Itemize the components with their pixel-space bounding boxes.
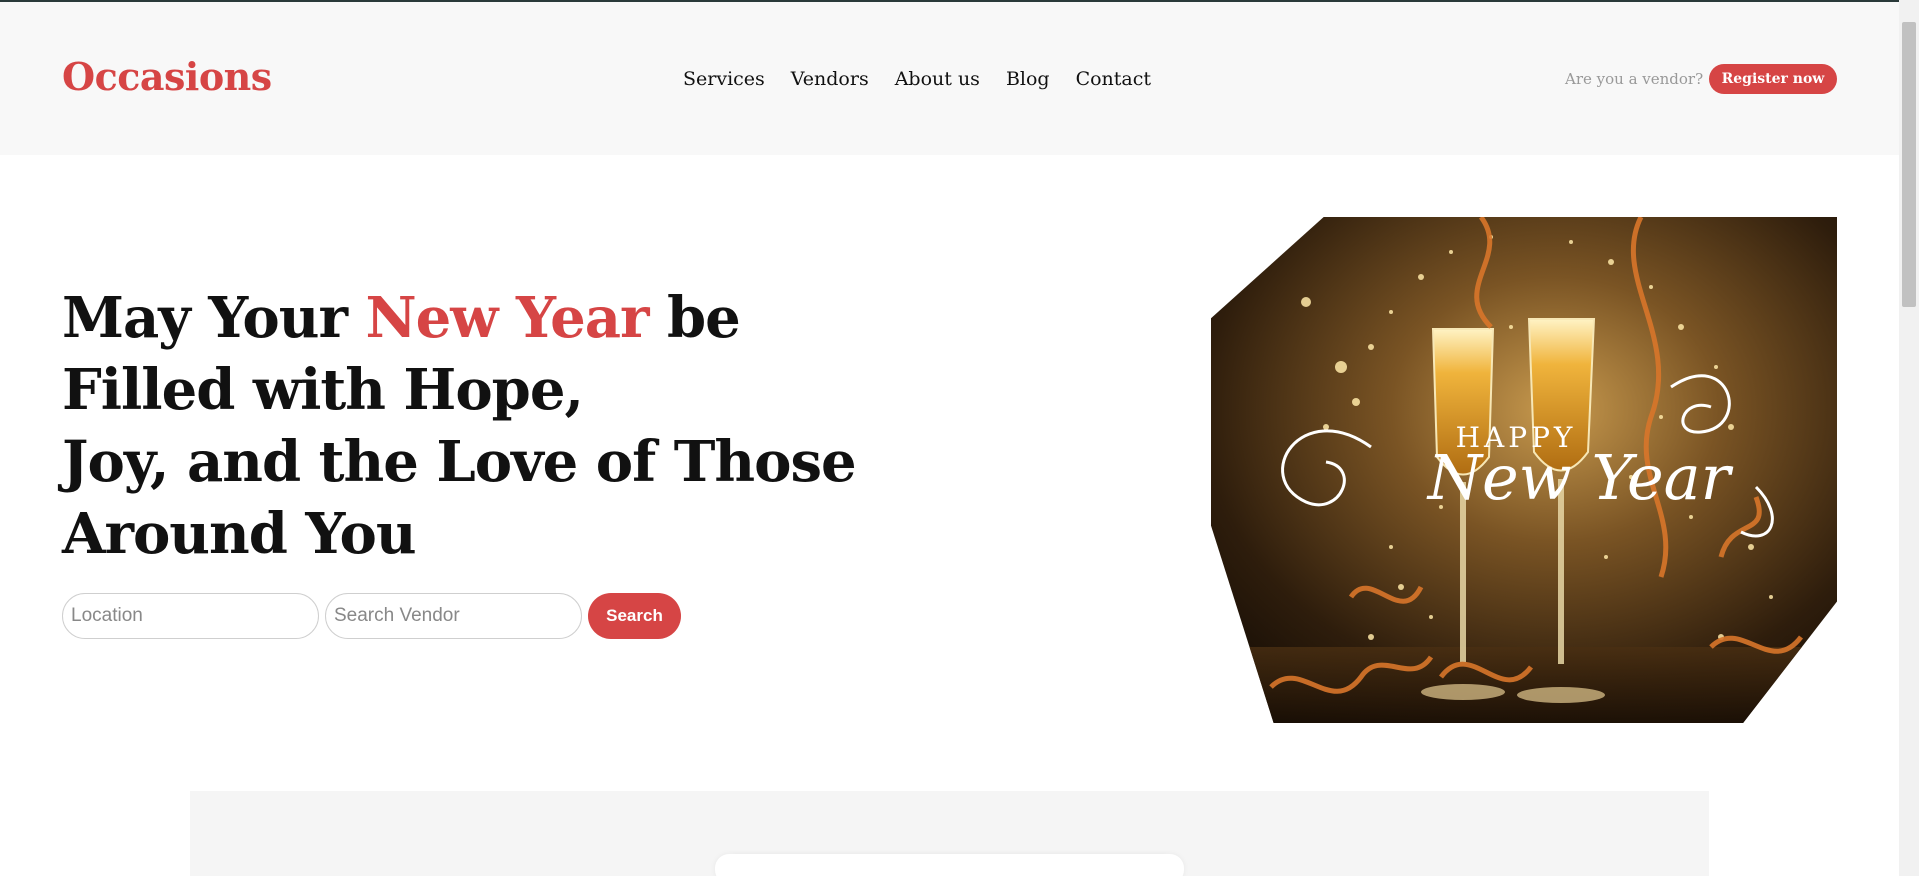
hero-title-accent: New Year [365, 285, 649, 351]
image-table-surface [1211, 647, 1837, 723]
nav-link-vendors[interactable]: Vendors [791, 68, 869, 90]
vendor-search-form: Search [62, 593, 681, 639]
nav-link-services[interactable]: Services [683, 68, 765, 90]
hero-title-line3: Joy, and the Love of Those [62, 429, 857, 495]
features-card [715, 854, 1184, 876]
hero-new-year-image: HAPPY New Year [1211, 217, 1837, 723]
hero-title: May Your New Year be Filled with Hope, J… [62, 282, 862, 570]
site-logo[interactable]: Occasions [62, 54, 272, 99]
nav-link-contact[interactable]: Contact [1076, 68, 1151, 90]
register-now-button[interactable]: Register now [1709, 64, 1837, 94]
main-nav: Services Vendors About us Blog Contact [683, 68, 1151, 90]
vendor-question-text: Are you a vendor? [1565, 70, 1704, 88]
nav-link-about-us[interactable]: About us [895, 68, 980, 90]
search-vendor-input[interactable] [325, 593, 582, 639]
hero-title-part2: be [648, 285, 741, 351]
page-scrollbar-thumb[interactable] [1902, 22, 1916, 307]
image-text-new-year: New Year [1426, 441, 1734, 514]
hero-title-part1: May Your [62, 285, 366, 351]
search-button[interactable]: Search [588, 593, 681, 639]
hero-title-line4: Around You [62, 501, 417, 567]
nav-link-blog[interactable]: Blog [1006, 68, 1050, 90]
hero-title-line2: Filled with Hope, [62, 357, 584, 423]
site-header: Occasions Services Vendors About us Blog… [0, 2, 1899, 155]
location-input[interactable] [62, 593, 319, 639]
